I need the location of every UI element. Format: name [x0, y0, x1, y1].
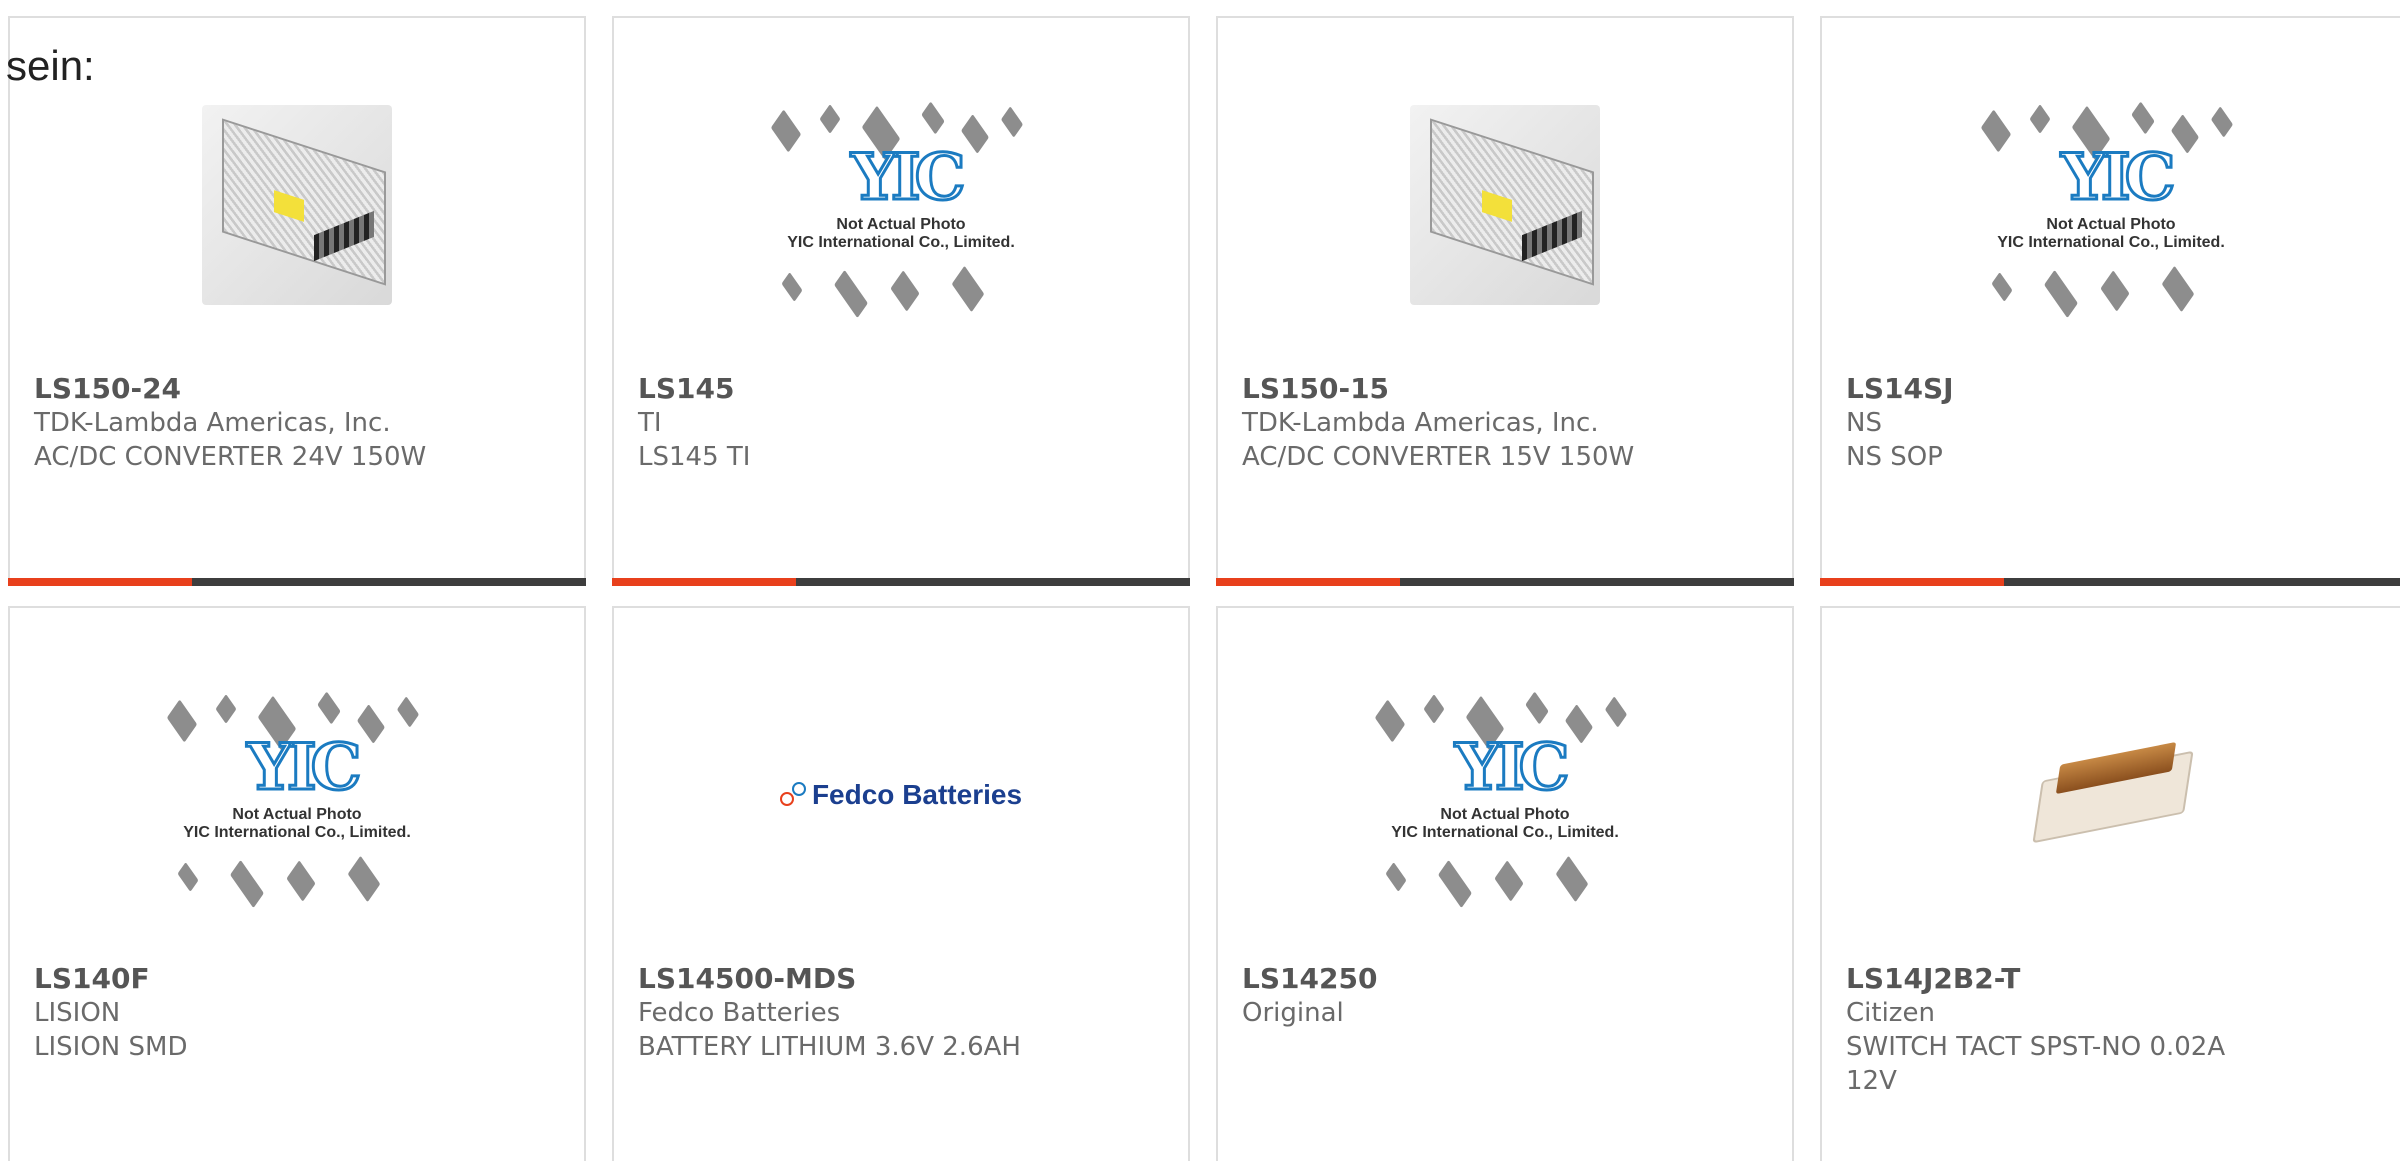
part-number[interactable]: LS14500-MDS: [638, 962, 1164, 996]
lead-text: sein:: [6, 42, 95, 89]
part-number[interactable]: LS14J2B2-T: [1846, 962, 2376, 996]
manufacturer: LISION: [34, 998, 121, 1028]
product-image[interactable]: Fedco Batteries: [614, 670, 1188, 920]
fedco-logo-text: Fedco Batteries: [811, 779, 1023, 810]
part-number[interactable]: LS145: [638, 372, 1164, 406]
description: LISION SMD: [34, 1032, 188, 1062]
description: AC/DC CONVERTER 15V 150W: [1242, 442, 1635, 472]
description: LS145 TI: [638, 442, 751, 472]
manufacturer: Fedco Batteries: [638, 998, 841, 1028]
manufacturer: NS: [1846, 408, 1882, 438]
not-actual-photo-text: Not Actual Photo: [836, 216, 966, 233]
power-supply-image: [1410, 105, 1600, 305]
manufacturer: TDK-Lambda Americas, Inc.: [34, 408, 391, 438]
yic-company-text: YIC International Co., Limited.: [787, 234, 1015, 251]
manufacturer: TDK-Lambda Americas, Inc.: [1242, 408, 1599, 438]
description: NS SOP: [1846, 442, 1943, 472]
product-card[interactable]: YIC Not Actual Photo YIC International C…: [1216, 606, 1794, 1161]
description: SWITCH TACT SPST-NO 0.02A 12V: [1846, 1032, 2226, 1096]
product-card[interactable]: YIC Not Actual Photo YIC International C…: [8, 606, 586, 1161]
fedco-logo: Fedco Batteries: [779, 779, 1023, 811]
yic-placeholder-image: YIC Not Actual Photo YIC International C…: [1971, 80, 2251, 330]
part-number[interactable]: LS150-15: [1242, 372, 1768, 406]
product-card[interactable]: YIC Not Actual Photo YIC International C…: [1820, 16, 2400, 586]
fedco-mark-icon: [779, 782, 806, 808]
yic-company-text: YIC International Co., Limited.: [183, 824, 411, 841]
product-card[interactable]: Fedco Batteries LS14500-MDS Fedco Batter…: [612, 606, 1190, 1161]
yic-placeholder-image: YIC Not Actual Photo YIC International C…: [1365, 670, 1645, 920]
card-bottom-bar: [1820, 578, 2400, 586]
part-number[interactable]: LS14SJ: [1846, 372, 2376, 406]
yic-placeholder-image: YIC Not Actual Photo YIC International C…: [761, 80, 1041, 330]
not-actual-photo-text: Not Actual Photo: [1440, 806, 1570, 823]
product-image[interactable]: YIC Not Actual Photo YIC International C…: [614, 80, 1188, 330]
manufacturer: Original: [1242, 998, 1344, 1028]
part-number[interactable]: LS140F: [34, 962, 560, 996]
part-number[interactable]: LS14250: [1242, 962, 1768, 996]
product-image[interactable]: [1822, 670, 2400, 920]
card-bottom-bar: [1216, 578, 1794, 586]
product-image[interactable]: YIC Not Actual Photo YIC International C…: [10, 670, 584, 920]
manufacturer: Citizen: [1846, 998, 1935, 1028]
not-actual-photo-text: Not Actual Photo: [232, 806, 362, 823]
card-bottom-bar: [8, 578, 586, 586]
description: AC/DC CONVERTER 24V 150W: [34, 442, 427, 472]
power-supply-image: [202, 105, 392, 305]
product-image[interactable]: YIC Not Actual Photo YIC International C…: [1822, 80, 2400, 330]
product-card[interactable]: LS14J2B2-T Citizen SWITCH TACT SPST-NO 0…: [1820, 606, 2400, 1161]
yic-placeholder-image: YIC Not Actual Photo YIC International C…: [157, 670, 437, 920]
yic-company-text: YIC International Co., Limited.: [1391, 824, 1619, 841]
tact-switch-image: [2021, 735, 2201, 855]
yic-company-text: YIC International Co., Limited.: [1997, 234, 2225, 251]
product-card[interactable]: LS150-24 TDK-Lambda Americas, Inc. AC/DC…: [8, 16, 586, 586]
card-bottom-bar: [612, 578, 1190, 586]
product-image[interactable]: [1218, 80, 1792, 330]
product-card[interactable]: YIC Not Actual Photo YIC International C…: [612, 16, 1190, 586]
description: BATTERY LITHIUM 3.6V 2.6AH: [638, 1032, 1021, 1062]
product-image[interactable]: YIC Not Actual Photo YIC International C…: [1218, 670, 1792, 920]
manufacturer: TI: [638, 408, 662, 438]
not-actual-photo-text: Not Actual Photo: [2046, 216, 2176, 233]
product-image[interactable]: [10, 80, 584, 330]
part-number[interactable]: LS150-24: [34, 372, 560, 406]
product-card[interactable]: LS150-15 TDK-Lambda Americas, Inc. AC/DC…: [1216, 16, 1794, 586]
